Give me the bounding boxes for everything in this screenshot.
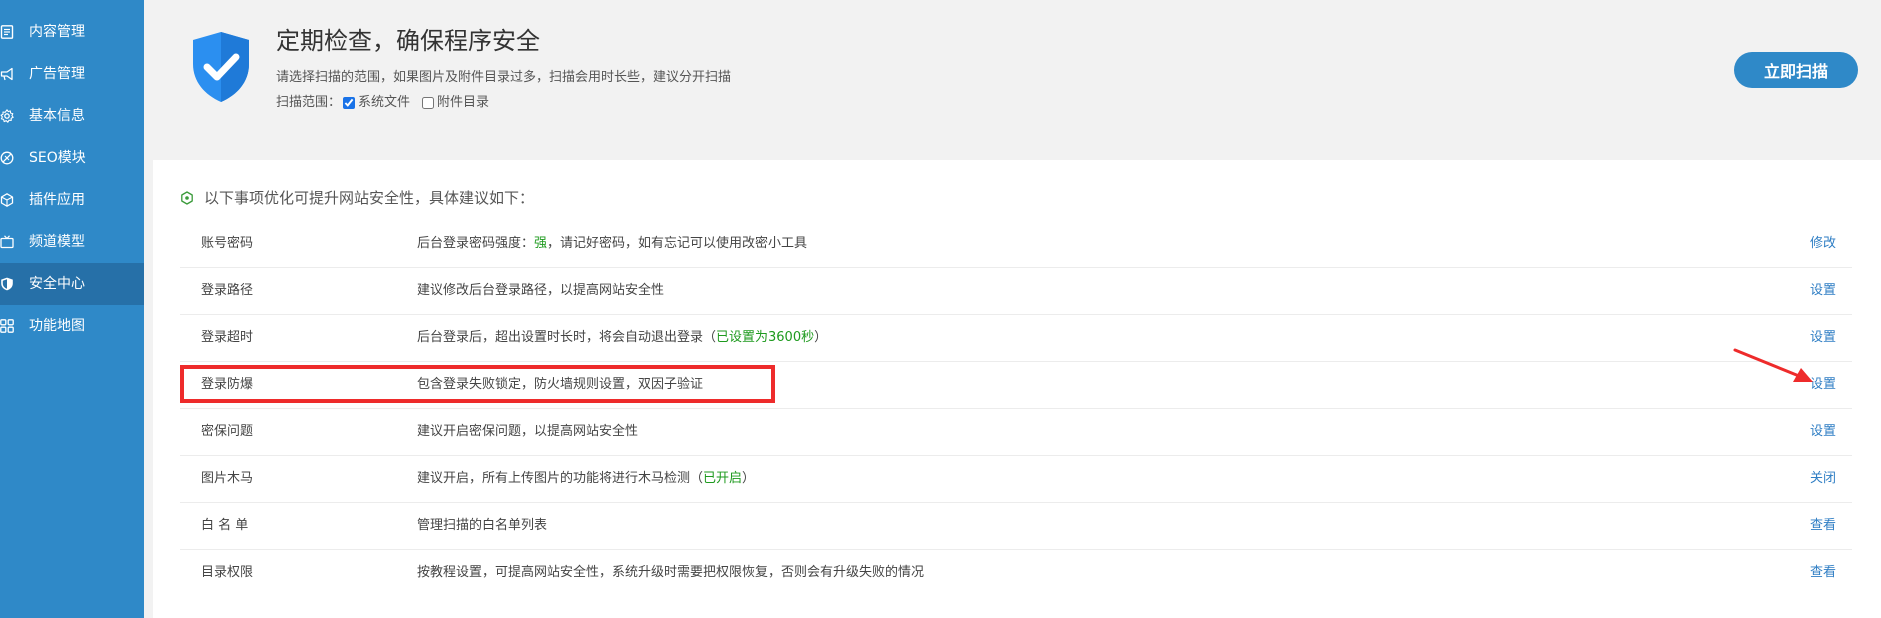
- table-row: 白 名 单 管理扫描的白名单列表 查看: [180, 503, 1852, 550]
- row-desc-text: ）: [814, 330, 828, 345]
- row-desc-text: 后台登录后，超出设置时长时，将会自动退出登录（: [417, 330, 717, 345]
- row-action-link[interactable]: 关闭: [1810, 470, 1836, 488]
- sidebar-item-ads[interactable]: 广告管理: [0, 53, 144, 95]
- row-action-link[interactable]: 设置: [1810, 423, 1836, 441]
- sidebar-item-label: 广告管理: [29, 66, 85, 82]
- row-action-link[interactable]: 修改: [1810, 235, 1836, 253]
- sidebar-item-channel-model[interactable]: 频道模型: [0, 221, 144, 263]
- row-description: 建议开启，所有上传图片的功能将进行木马检测（已开启）: [417, 470, 755, 488]
- row-description: 按教程设置，可提高网站安全性，系统升级时需要把权限恢复，否则会有升级失败的情况: [417, 564, 924, 582]
- row-name: 白 名 单: [201, 518, 249, 533]
- intro-text: 以下事项优化可提升网站安全性，具体建议如下：: [204, 189, 535, 207]
- app-root: 内容管理 广告管理 基本信息 SEO模块 插件应用 频道模型 安全中心 功能地图…: [0, 0, 1881, 618]
- sidebar-item-security-center[interactable]: 安全中心: [0, 263, 144, 305]
- row-description: 包含登录失败锁定，防火墙规则设置，双因子验证: [417, 376, 703, 394]
- hexagon-icon: [0, 193, 14, 207]
- scan-now-button[interactable]: 立即扫描: [1734, 52, 1858, 88]
- scope-option-label: 附件目录: [437, 95, 490, 110]
- row-desc-text: 建议修改后台登录路径，以提高网站安全性: [417, 283, 665, 298]
- scan-scope-label: 扫描范围：: [276, 95, 342, 110]
- row-description: 管理扫描的白名单列表: [417, 517, 547, 535]
- row-description: 建议开启密保问题，以提高网站安全性: [417, 423, 638, 441]
- grid-icon: [0, 319, 14, 333]
- megaphone-icon: [0, 67, 13, 81]
- security-shield-icon: [193, 32, 249, 102]
- scan-description: 请选择扫描的范围，如果图片及附件目录过多，扫描会用时长些，建议分开扫描: [276, 70, 732, 85]
- row-name: 密保问题: [201, 424, 254, 439]
- sidebar-item-plugins[interactable]: 插件应用: [0, 179, 144, 221]
- table-row: 图片木马 建议开启，所有上传图片的功能将进行木马检测（已开启） 关闭: [180, 456, 1852, 503]
- row-desc-text: 按教程设置，可提高网站安全性，系统升级时需要把权限恢复，否则会有升级失败的情况: [417, 565, 925, 580]
- row-desc-text: 建议开启密保问题，以提高网站安全性: [417, 424, 639, 439]
- scope-option-label: 系统文件: [358, 95, 411, 110]
- table-row: 目录权限 按教程设置，可提高网站安全性，系统升级时需要把权限恢复，否则会有升级失…: [180, 550, 1852, 597]
- recommendations-intro: 以下事项优化可提升网站安全性，具体建议如下：: [180, 187, 534, 209]
- row-description: 建议修改后台登录路径，以提高网站安全性: [417, 282, 664, 300]
- hexagon-bullet-icon: [181, 191, 193, 205]
- system-files-checkbox[interactable]: [343, 97, 356, 109]
- sidebar-item-label: 频道模型: [29, 234, 85, 250]
- row-name: 目录权限: [201, 565, 254, 580]
- document-icon: [0, 25, 14, 39]
- table-row: 密保问题 建议开启密保问题，以提高网站安全性 设置: [180, 409, 1852, 456]
- tag-icon: [0, 151, 14, 165]
- row-desc-status: 已开启: [703, 471, 743, 486]
- scan-scope: 扫描范围： 系统文件 附件目录: [276, 94, 499, 112]
- scope-option-attachment-dir[interactable]: 附件目录: [420, 94, 489, 112]
- row-desc-text: 包含登录失败锁定，防火墙规则设置，双因子验证: [417, 377, 704, 392]
- sidebar-item-label: 内容管理: [29, 24, 85, 40]
- row-action-link[interactable]: 设置: [1810, 376, 1836, 394]
- row-desc-text: ）: [742, 471, 756, 486]
- sidebar-item-content[interactable]: 内容管理: [0, 11, 144, 53]
- sidebar-item-label: 插件应用: [29, 192, 85, 208]
- sidebar-item-basic-info[interactable]: 基本信息: [0, 95, 144, 137]
- row-desc-text: 建议开启，所有上传图片的功能将进行木马检测（: [417, 471, 704, 486]
- row-description: 后台登录后，超出设置时长时，将会自动退出登录（已设置为3600秒）: [417, 329, 827, 347]
- row-name: 登录超时: [201, 330, 254, 345]
- sidebar-item-label: 功能地图: [29, 318, 85, 334]
- row-desc-text: ，请记好密码，如有忘记可以使用改密小工具: [547, 236, 808, 251]
- row-desc-status: 已设置为3600秒: [716, 330, 815, 345]
- row-name: 账号密码: [201, 236, 254, 251]
- page-title: 定期检查，确保程序安全: [276, 27, 540, 55]
- row-name: 登录路径: [201, 283, 254, 298]
- row-action-link[interactable]: 查看: [1810, 517, 1836, 535]
- table-row: 账号密码 后台登录密码强度：强，请记好密码，如有忘记可以使用改密小工具 修改: [180, 221, 1852, 268]
- row-action-link[interactable]: 查看: [1810, 564, 1836, 582]
- tv-icon: [0, 235, 14, 249]
- sidebar-item-label: SEO模块: [29, 150, 86, 166]
- row-name: 图片木马: [201, 471, 254, 486]
- sidebar-item-seo[interactable]: SEO模块: [0, 137, 144, 179]
- table-row: 登录防爆 包含登录失败锁定，防火墙规则设置，双因子验证 设置: [180, 362, 1852, 409]
- table-row: 登录超时 后台登录后，超出设置时长时，将会自动退出登录（已设置为3600秒） 设…: [180, 315, 1852, 362]
- scope-option-system-files[interactable]: 系统文件: [341, 94, 410, 112]
- gear-icon: [0, 109, 14, 123]
- shield-icon: [1, 277, 13, 291]
- row-name: 登录防爆: [201, 377, 254, 392]
- attachment-dir-checkbox[interactable]: [422, 97, 435, 109]
- row-action-link[interactable]: 设置: [1810, 329, 1836, 347]
- sidebar: 内容管理 广告管理 基本信息 SEO模块 插件应用 频道模型 安全中心 功能地图: [0, 0, 144, 618]
- row-desc-text: 后台登录密码强度：: [417, 236, 535, 251]
- sidebar-item-label: 基本信息: [29, 108, 85, 124]
- row-description: 后台登录密码强度：强，请记好密码，如有忘记可以使用改密小工具: [417, 235, 807, 253]
- sidebar-item-feature-map[interactable]: 功能地图: [0, 305, 144, 347]
- table-row: 登录路径 建议修改后台登录路径，以提高网站安全性 设置: [180, 268, 1852, 315]
- row-desc-status: 强: [534, 236, 548, 251]
- row-action-link[interactable]: 设置: [1810, 282, 1836, 300]
- sidebar-item-label: 安全中心: [29, 276, 85, 292]
- row-desc-text: 管理扫描的白名单列表: [417, 518, 548, 533]
